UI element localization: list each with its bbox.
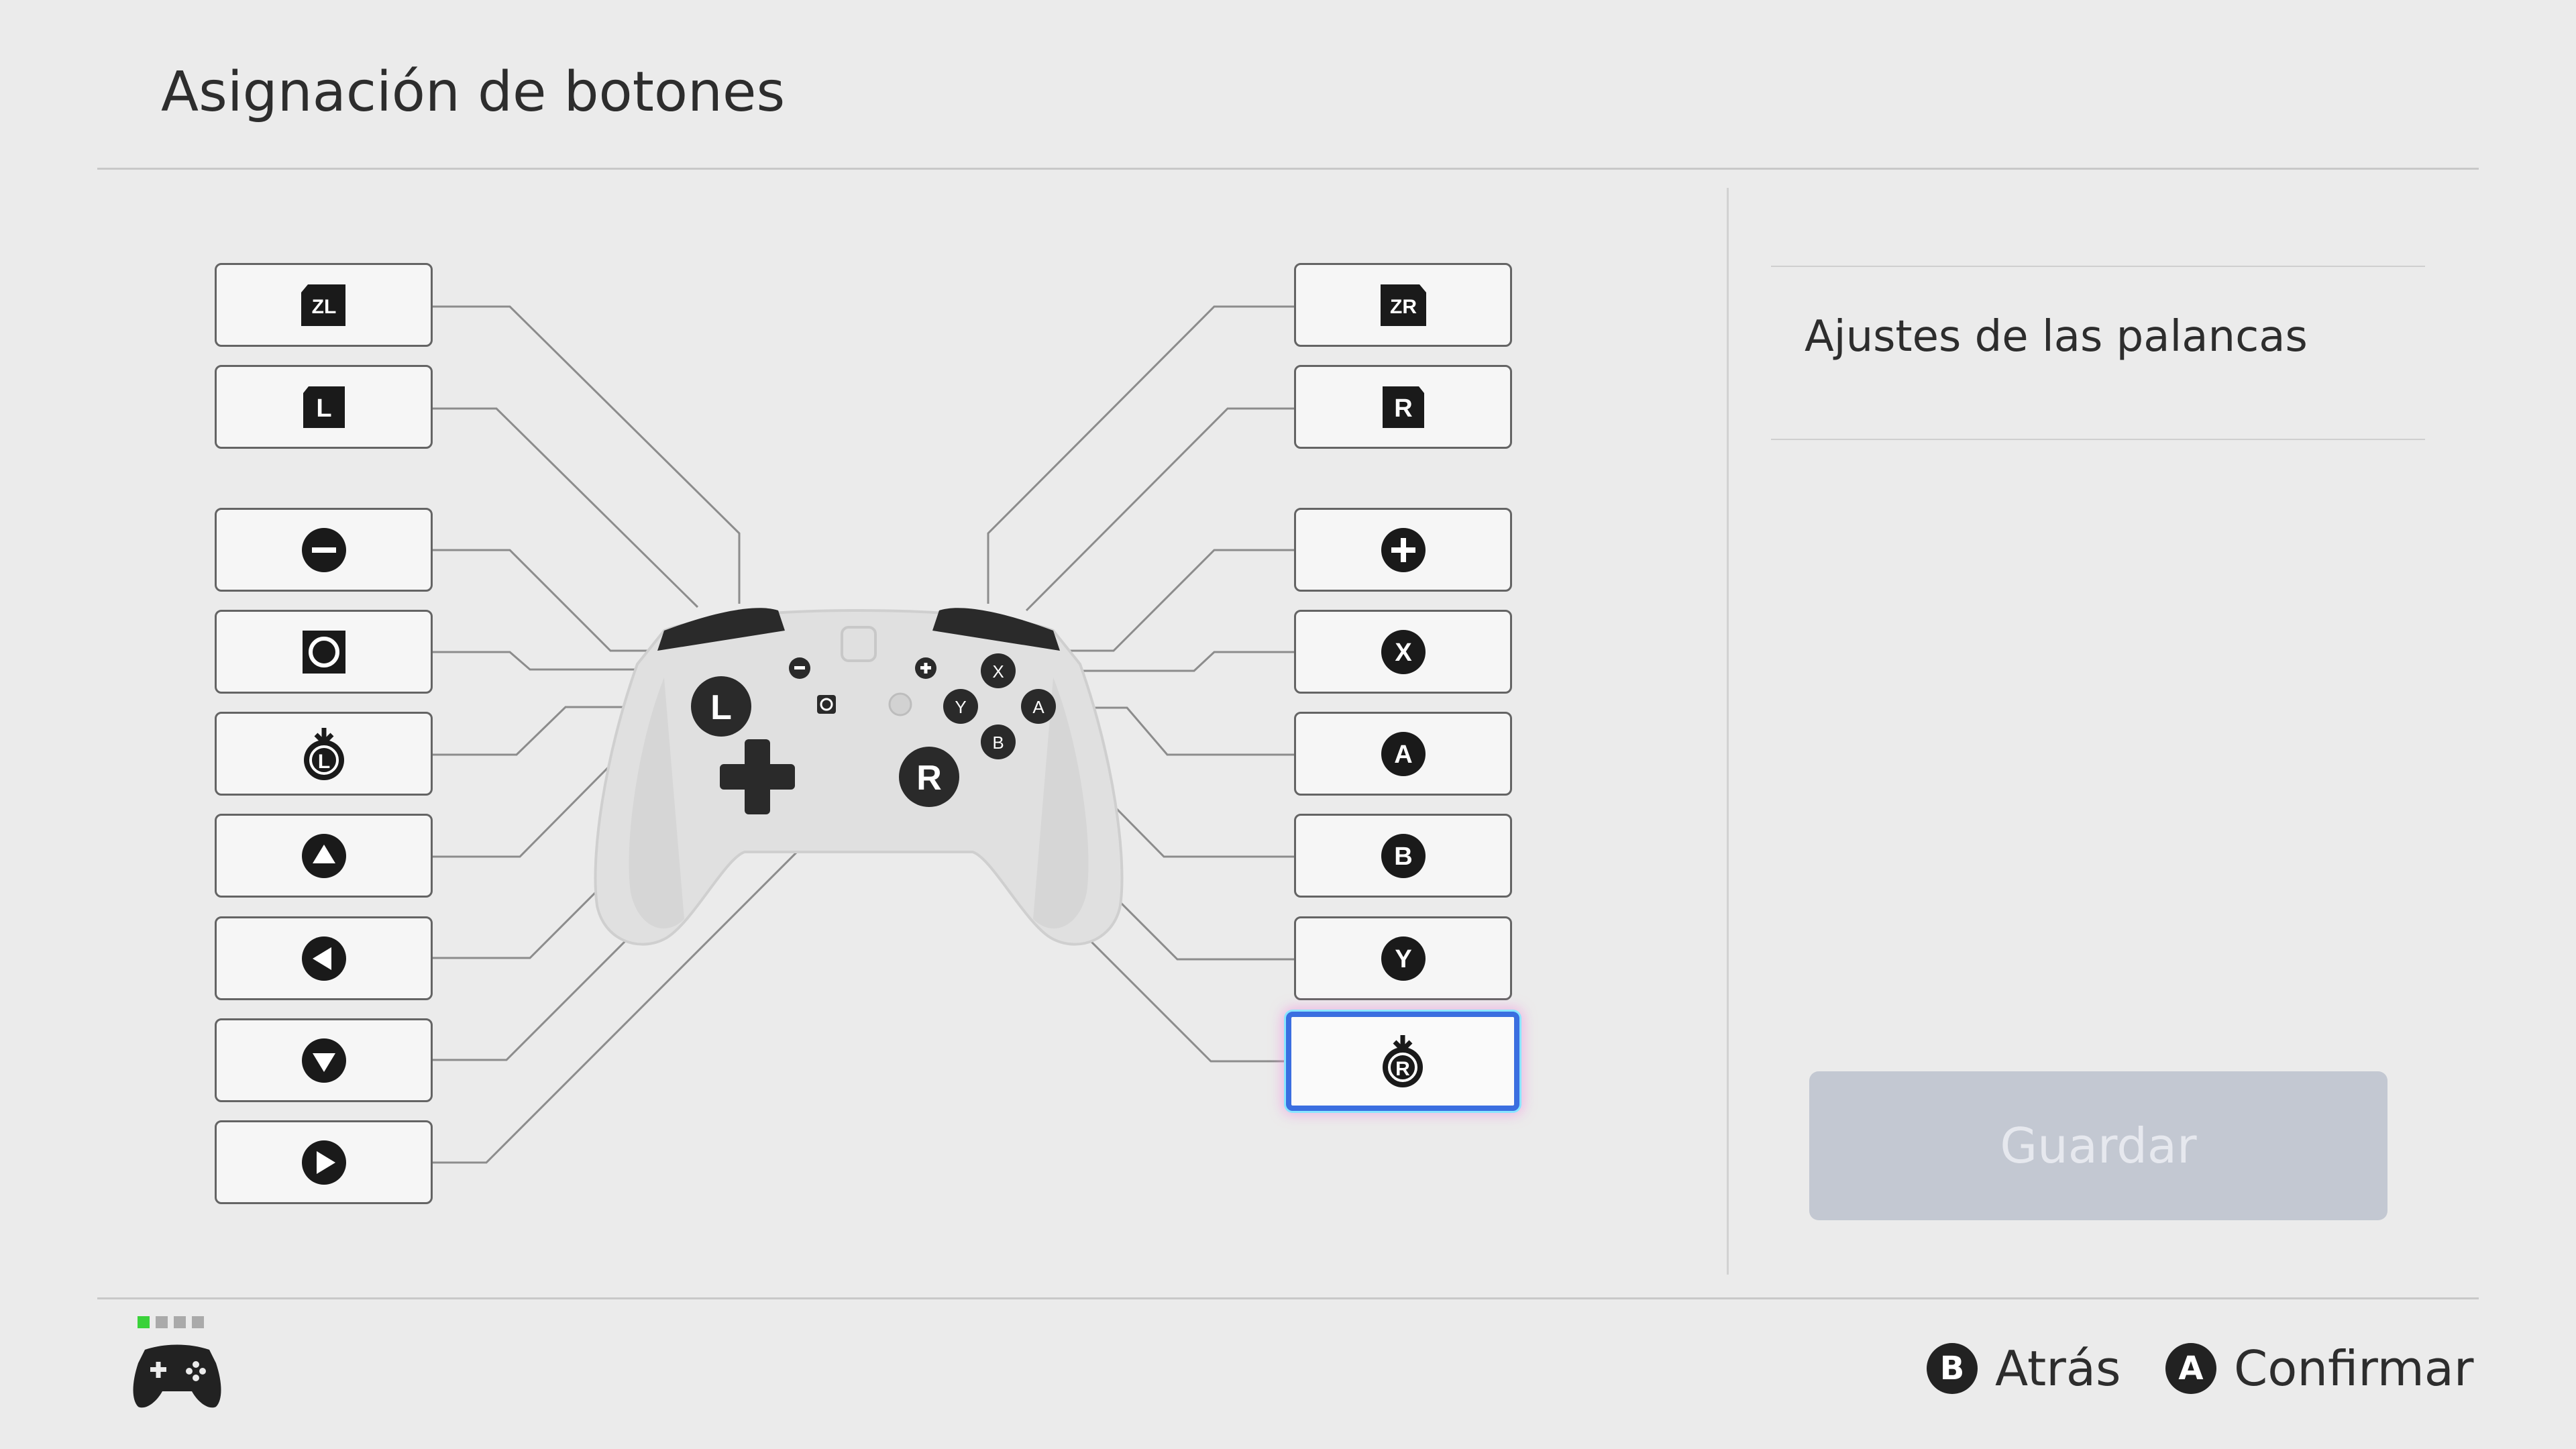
map-button-a[interactable]: A — [1294, 712, 1512, 796]
zr-button-icon: ZR — [1380, 284, 1426, 326]
r-button-icon: R — [1382, 386, 1424, 428]
y-button-icon: Y — [1381, 936, 1426, 981]
save-button[interactable]: Guardar — [1809, 1071, 2387, 1220]
face-b-label: B — [992, 733, 1004, 753]
back-hint[interactable]: B Atrás — [1927, 1338, 2121, 1399]
right-stick-label: R — [916, 759, 942, 798]
svg-text:ZL: ZL — [311, 296, 336, 318]
dpad-down-icon — [301, 1038, 346, 1083]
svg-text:X: X — [1395, 639, 1412, 667]
zl-button-icon: ZL — [301, 284, 345, 326]
map-button-r[interactable]: R — [1294, 365, 1512, 449]
svg-text:R: R — [1395, 1058, 1410, 1080]
face-a-label: A — [1032, 697, 1044, 717]
svg-text:R: R — [1394, 394, 1412, 423]
svg-text:L: L — [317, 751, 329, 773]
minus-button-icon — [301, 527, 346, 572]
map-button-dpad-down[interactable] — [215, 1018, 433, 1102]
a-button-icon: A — [2165, 1343, 2216, 1394]
map-button-right-stick[interactable]: R — [1286, 1012, 1519, 1111]
settings-divider-top — [1771, 266, 2425, 267]
map-button-plus[interactable] — [1294, 508, 1512, 592]
right-stick-press-icon: R — [1383, 1035, 1423, 1087]
left-stick-press-icon: L — [303, 727, 344, 780]
face-x-label: X — [992, 661, 1004, 682]
svg-text:L: L — [316, 394, 331, 423]
dpad-left-icon — [301, 936, 346, 981]
x-button-icon: X — [1381, 629, 1426, 674]
l-button-icon: L — [303, 386, 345, 428]
map-button-l[interactable]: L — [215, 365, 433, 449]
map-button-zr[interactable]: ZR — [1294, 263, 1512, 347]
confirm-hint[interactable]: A Confirmar — [2165, 1338, 2474, 1399]
pro-controller-diagram: L R X Y A B — [594, 608, 1124, 946]
map-button-zl[interactable]: ZL — [215, 263, 433, 347]
back-label: Atrás — [1995, 1340, 2121, 1397]
map-button-left-stick[interactable]: L — [215, 712, 433, 796]
stick-settings-item[interactable]: Ajustes de las palancas — [1805, 312, 2308, 362]
dpad-right-icon — [301, 1140, 346, 1185]
b-button-icon: B — [1381, 833, 1426, 878]
map-button-b[interactable]: B — [1294, 814, 1512, 898]
player-led-3 — [174, 1316, 186, 1328]
map-button-minus[interactable] — [215, 508, 433, 592]
settings-divider-bottom — [1771, 439, 2425, 440]
a-button-icon: A — [1381, 731, 1426, 776]
player-indicator — [138, 1316, 204, 1328]
plus-button-icon — [1381, 527, 1426, 572]
svg-text:Y: Y — [1395, 945, 1411, 973]
map-button-y[interactable]: Y — [1294, 916, 1512, 1000]
dpad-up-icon — [301, 833, 346, 878]
controller-icon — [133, 1344, 221, 1408]
player-led-1 — [138, 1316, 150, 1328]
svg-text:A: A — [1394, 741, 1412, 769]
map-button-dpad-right[interactable] — [215, 1120, 433, 1204]
map-button-x[interactable]: X — [1294, 610, 1512, 694]
map-button-dpad-up[interactable] — [215, 814, 433, 898]
svg-text:B: B — [1394, 843, 1412, 871]
confirm-label: Confirmar — [2234, 1340, 2474, 1397]
svg-text:ZR: ZR — [1390, 296, 1417, 318]
map-button-capture[interactable] — [215, 610, 433, 694]
player-led-2 — [156, 1316, 168, 1328]
face-y-label: Y — [955, 697, 966, 717]
player-led-4 — [192, 1316, 204, 1328]
map-button-dpad-left[interactable] — [215, 916, 433, 1000]
left-stick-label: L — [710, 688, 732, 727]
capture-button-icon — [302, 630, 345, 674]
b-button-icon: B — [1927, 1343, 1978, 1394]
